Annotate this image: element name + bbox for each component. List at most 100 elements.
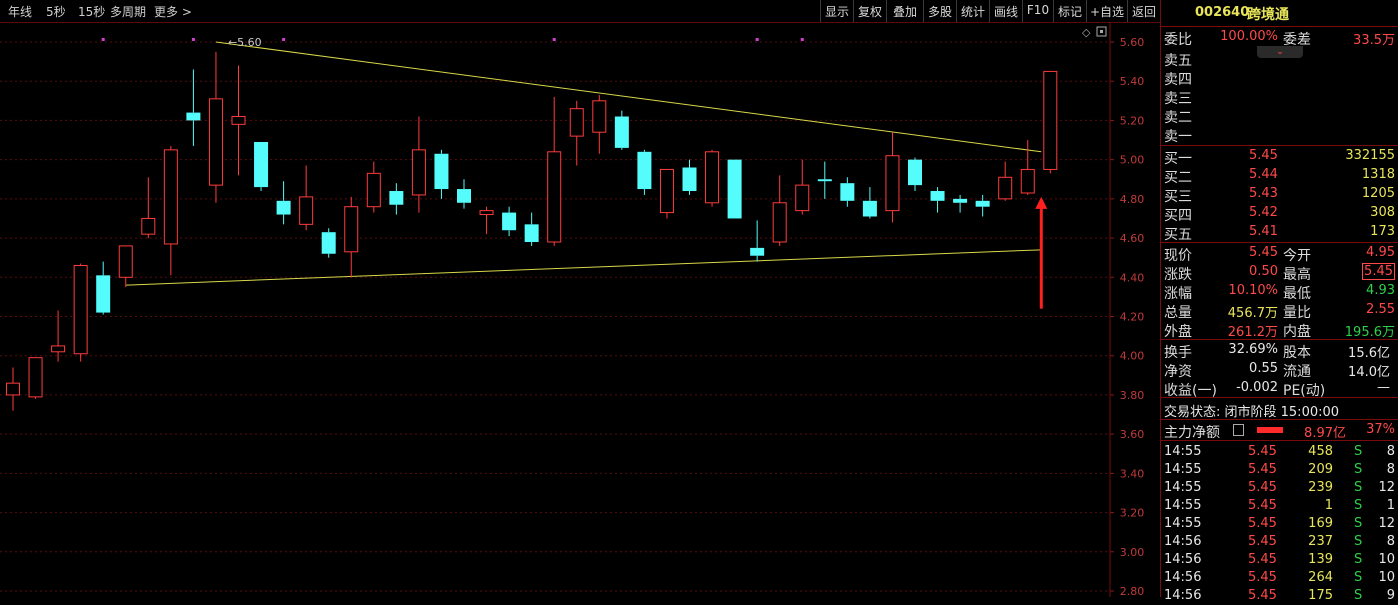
quote-value: 2.55 [1366, 302, 1395, 317]
candle-17[interactable] [389, 183, 404, 215]
candle-42[interactable] [953, 194, 968, 213]
candle-40[interactable] [908, 157, 922, 192]
candle-6[interactable] [141, 177, 156, 239]
toolbar-button-6[interactable]: F10 [1022, 0, 1053, 22]
candle-body [569, 108, 584, 137]
candle-15[interactable] [344, 196, 359, 278]
period-tab-1[interactable]: 5秒 [46, 3, 66, 20]
candle-9[interactable] [208, 51, 223, 203]
toolbar-button-0[interactable]: 显示 [820, 0, 853, 22]
candle-26[interactable] [592, 94, 607, 154]
candle-33[interactable] [750, 220, 765, 262]
candle-body [637, 151, 652, 190]
tick-price: 5.45 [1248, 444, 1277, 459]
candle-46[interactable] [1043, 70, 1058, 174]
period-tab-3[interactable]: 多周期 [110, 3, 146, 20]
main-net-row: 主力净额 8.97亿 37% [1161, 421, 1398, 441]
tick-count: 8 [1386, 462, 1395, 477]
candle-22[interactable] [502, 206, 517, 237]
tick-time: 14:56 [1164, 570, 1202, 585]
period-tab-4[interactable]: 更多 > [154, 3, 192, 20]
ask-label: 卖二 [1164, 110, 1192, 126]
candle-41[interactable] [930, 187, 945, 213]
y-tick-label: 5.00 [1120, 154, 1145, 167]
candle-20[interactable] [457, 179, 471, 209]
candle-18[interactable] [411, 116, 426, 213]
candle-11[interactable] [254, 141, 269, 192]
quote-value: 10.10% [1228, 283, 1278, 298]
candle-12[interactable] [276, 181, 291, 225]
candle-body [1020, 168, 1035, 194]
candle-34[interactable] [772, 175, 787, 246]
candle-28[interactable] [637, 149, 652, 195]
candle-43[interactable] [975, 194, 990, 217]
candle-body [908, 159, 922, 186]
toolbar-button-8[interactable]: +自选 [1086, 0, 1127, 22]
toolbar-button-7[interactable]: 标记 [1053, 0, 1086, 22]
list-icon[interactable] [1233, 424, 1244, 436]
candle-14[interactable] [321, 228, 336, 258]
y-tick-label: 3.00 [1120, 546, 1145, 559]
candle-8[interactable] [186, 69, 201, 146]
ask-level-4: 卖一 [1161, 125, 1398, 145]
period-tab-2[interactable]: 15秒 [78, 3, 105, 20]
candle-7[interactable] [163, 145, 178, 276]
candle-29[interactable] [659, 168, 674, 219]
y-tick-label: 5.20 [1120, 114, 1145, 127]
toolbar-button-5[interactable]: 画线 [989, 0, 1022, 22]
main-net-label: 主力净额 [1164, 425, 1220, 441]
candle-13[interactable] [299, 165, 314, 231]
kline-chart[interactable]: 5.60 5.40 5.20 5.00 4.80 4.60 4.40 4.20 4.00 3.80… [0, 22, 1160, 597]
candle-32[interactable] [727, 159, 742, 219]
quote-row-4: 外盘 261.2万 内盘 195.6万 [1161, 320, 1398, 340]
toolbar-button-1[interactable]: 复权 [853, 0, 886, 22]
candle-23[interactable] [524, 212, 539, 246]
candle-4[interactable] [96, 261, 111, 315]
candle-31[interactable] [705, 149, 720, 207]
toolbar-button-4[interactable]: 统计 [956, 0, 989, 22]
diamond-icon[interactable]: ◇ [1082, 26, 1091, 39]
y-tick-label: 4.40 [1120, 271, 1145, 284]
lower-trend-line[interactable] [125, 249, 1042, 286]
candle-30[interactable] [682, 159, 697, 195]
tick-count: 10 [1378, 570, 1395, 585]
quote-label: 现价 [1164, 248, 1192, 264]
candle-45[interactable] [1020, 140, 1035, 195]
fund-label: 换手 [1164, 345, 1192, 361]
candle-1[interactable] [28, 357, 43, 399]
candle-2[interactable] [51, 310, 66, 362]
trade-status-row: 交易状态: 闭市阶段 15:00:00 [1161, 400, 1398, 420]
ask-level-1: 卖四 [1161, 68, 1398, 88]
candle-16[interactable] [366, 161, 381, 213]
bid-label: 买一 [1164, 151, 1192, 167]
tick-time: 14:55 [1164, 462, 1202, 477]
stock-code: 002640 [1195, 5, 1250, 20]
candle-19[interactable] [434, 149, 449, 199]
candle-39[interactable] [885, 132, 900, 223]
candle-3[interactable] [73, 263, 88, 362]
candle-27[interactable] [614, 110, 629, 150]
fund-value: 15.6亿 [1348, 346, 1390, 361]
toolbar-button-9[interactable]: 返回 [1127, 0, 1160, 22]
candle-5[interactable] [118, 245, 133, 288]
candle-body [727, 159, 742, 219]
quote-label: 涨跌 [1164, 267, 1192, 283]
signal-marker [191, 38, 195, 41]
candle-38[interactable] [862, 187, 877, 219]
candle-44[interactable] [998, 161, 1013, 201]
candle-25[interactable] [569, 100, 584, 166]
candle-21[interactable] [479, 206, 494, 235]
candle-36[interactable] [817, 161, 832, 199]
candle-35[interactable] [795, 159, 810, 215]
toolbar-button-3[interactable]: 多股 [923, 0, 956, 22]
candle-0[interactable] [6, 367, 20, 411]
candle-24[interactable] [547, 96, 562, 246]
toolbar-button-2[interactable]: 叠加 [886, 0, 923, 22]
period-tab-0[interactable]: 年线 [8, 3, 32, 20]
bid-volume: 332155 [1345, 148, 1395, 163]
candle-body [862, 200, 877, 217]
candle-37[interactable] [840, 177, 855, 207]
quote-value: 4.93 [1366, 283, 1395, 298]
bid-label: 买二 [1164, 170, 1192, 186]
candle-10[interactable] [231, 65, 246, 176]
